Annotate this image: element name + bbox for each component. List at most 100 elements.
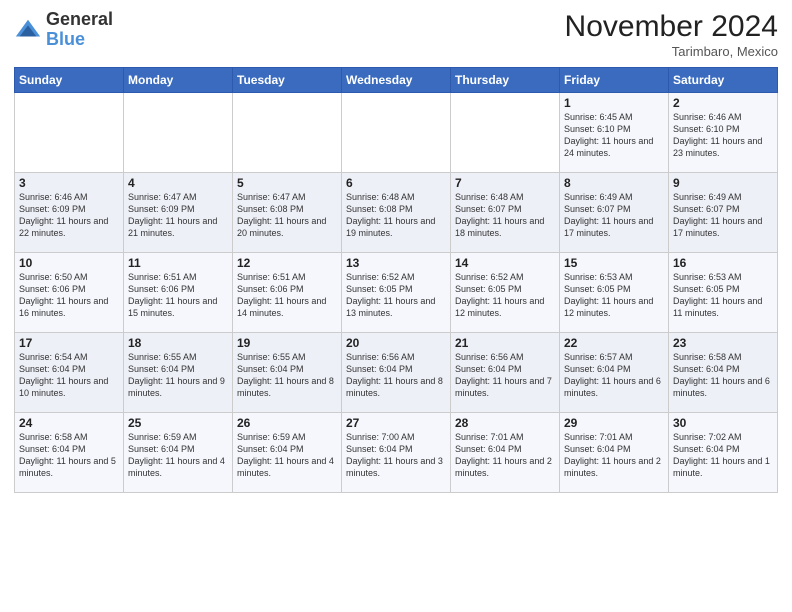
day-info: Sunrise: 6:47 AM Sunset: 6:08 PM Dayligh… bbox=[237, 191, 337, 240]
table-row: 1Sunrise: 6:45 AM Sunset: 6:10 PM Daylig… bbox=[560, 93, 669, 173]
day-number: 23 bbox=[673, 336, 773, 350]
table-row bbox=[233, 93, 342, 173]
calendar-table: Sunday Monday Tuesday Wednesday Thursday… bbox=[14, 67, 778, 493]
table-row: 25Sunrise: 6:59 AM Sunset: 6:04 PM Dayli… bbox=[124, 413, 233, 493]
table-row: 29Sunrise: 7:01 AM Sunset: 6:04 PM Dayli… bbox=[560, 413, 669, 493]
day-info: Sunrise: 6:55 AM Sunset: 6:04 PM Dayligh… bbox=[237, 351, 337, 400]
day-number: 22 bbox=[564, 336, 664, 350]
logo-blue: Blue bbox=[46, 29, 85, 49]
calendar-week-3: 10Sunrise: 6:50 AM Sunset: 6:06 PM Dayli… bbox=[15, 253, 778, 333]
day-info: Sunrise: 6:53 AM Sunset: 6:05 PM Dayligh… bbox=[564, 271, 664, 320]
day-number: 7 bbox=[455, 176, 555, 190]
table-row: 15Sunrise: 6:53 AM Sunset: 6:05 PM Dayli… bbox=[560, 253, 669, 333]
day-info: Sunrise: 6:59 AM Sunset: 6:04 PM Dayligh… bbox=[128, 431, 228, 480]
table-row: 19Sunrise: 6:55 AM Sunset: 6:04 PM Dayli… bbox=[233, 333, 342, 413]
day-info: Sunrise: 6:53 AM Sunset: 6:05 PM Dayligh… bbox=[673, 271, 773, 320]
table-row: 3Sunrise: 6:46 AM Sunset: 6:09 PM Daylig… bbox=[15, 173, 124, 253]
day-number: 8 bbox=[564, 176, 664, 190]
location: Tarimbaro, Mexico bbox=[565, 44, 778, 59]
table-row bbox=[451, 93, 560, 173]
day-number: 15 bbox=[564, 256, 664, 270]
table-row: 4Sunrise: 6:47 AM Sunset: 6:09 PM Daylig… bbox=[124, 173, 233, 253]
table-row: 13Sunrise: 6:52 AM Sunset: 6:05 PM Dayli… bbox=[342, 253, 451, 333]
table-row: 23Sunrise: 6:58 AM Sunset: 6:04 PM Dayli… bbox=[669, 333, 778, 413]
logo: General Blue bbox=[14, 10, 113, 50]
calendar-week-2: 3Sunrise: 6:46 AM Sunset: 6:09 PM Daylig… bbox=[15, 173, 778, 253]
day-number: 3 bbox=[19, 176, 119, 190]
table-row bbox=[124, 93, 233, 173]
col-saturday: Saturday bbox=[669, 68, 778, 93]
calendar-week-5: 24Sunrise: 6:58 AM Sunset: 6:04 PM Dayli… bbox=[15, 413, 778, 493]
table-row bbox=[15, 93, 124, 173]
day-number: 13 bbox=[346, 256, 446, 270]
day-number: 26 bbox=[237, 416, 337, 430]
day-info: Sunrise: 6:48 AM Sunset: 6:07 PM Dayligh… bbox=[455, 191, 555, 240]
day-number: 27 bbox=[346, 416, 446, 430]
day-info: Sunrise: 6:54 AM Sunset: 6:04 PM Dayligh… bbox=[19, 351, 119, 400]
table-row: 24Sunrise: 6:58 AM Sunset: 6:04 PM Dayli… bbox=[15, 413, 124, 493]
day-number: 14 bbox=[455, 256, 555, 270]
day-info: Sunrise: 6:51 AM Sunset: 6:06 PM Dayligh… bbox=[237, 271, 337, 320]
col-sunday: Sunday bbox=[15, 68, 124, 93]
day-info: Sunrise: 6:57 AM Sunset: 6:04 PM Dayligh… bbox=[564, 351, 664, 400]
col-tuesday: Tuesday bbox=[233, 68, 342, 93]
day-info: Sunrise: 6:50 AM Sunset: 6:06 PM Dayligh… bbox=[19, 271, 119, 320]
table-row: 21Sunrise: 6:56 AM Sunset: 6:04 PM Dayli… bbox=[451, 333, 560, 413]
table-row: 8Sunrise: 6:49 AM Sunset: 6:07 PM Daylig… bbox=[560, 173, 669, 253]
page-container: General Blue November 2024 Tarimbaro, Me… bbox=[0, 0, 792, 499]
day-number: 5 bbox=[237, 176, 337, 190]
table-row: 7Sunrise: 6:48 AM Sunset: 6:07 PM Daylig… bbox=[451, 173, 560, 253]
day-number: 16 bbox=[673, 256, 773, 270]
table-row: 9Sunrise: 6:49 AM Sunset: 6:07 PM Daylig… bbox=[669, 173, 778, 253]
logo-general: General bbox=[46, 9, 113, 29]
table-row: 22Sunrise: 6:57 AM Sunset: 6:04 PM Dayli… bbox=[560, 333, 669, 413]
table-row: 12Sunrise: 6:51 AM Sunset: 6:06 PM Dayli… bbox=[233, 253, 342, 333]
calendar-week-4: 17Sunrise: 6:54 AM Sunset: 6:04 PM Dayli… bbox=[15, 333, 778, 413]
day-info: Sunrise: 6:52 AM Sunset: 6:05 PM Dayligh… bbox=[346, 271, 446, 320]
day-number: 30 bbox=[673, 416, 773, 430]
day-number: 24 bbox=[19, 416, 119, 430]
table-row: 11Sunrise: 6:51 AM Sunset: 6:06 PM Dayli… bbox=[124, 253, 233, 333]
calendar-header-row: Sunday Monday Tuesday Wednesday Thursday… bbox=[15, 68, 778, 93]
day-info: Sunrise: 6:58 AM Sunset: 6:04 PM Dayligh… bbox=[19, 431, 119, 480]
table-row: 6Sunrise: 6:48 AM Sunset: 6:08 PM Daylig… bbox=[342, 173, 451, 253]
day-number: 12 bbox=[237, 256, 337, 270]
day-number: 21 bbox=[455, 336, 555, 350]
day-number: 29 bbox=[564, 416, 664, 430]
table-row: 30Sunrise: 7:02 AM Sunset: 6:04 PM Dayli… bbox=[669, 413, 778, 493]
logo-icon bbox=[14, 16, 42, 44]
day-number: 10 bbox=[19, 256, 119, 270]
day-info: Sunrise: 7:00 AM Sunset: 6:04 PM Dayligh… bbox=[346, 431, 446, 480]
table-row: 14Sunrise: 6:52 AM Sunset: 6:05 PM Dayli… bbox=[451, 253, 560, 333]
day-number: 25 bbox=[128, 416, 228, 430]
day-number: 28 bbox=[455, 416, 555, 430]
day-number: 11 bbox=[128, 256, 228, 270]
col-wednesday: Wednesday bbox=[342, 68, 451, 93]
month-title: November 2024 bbox=[565, 10, 778, 44]
table-row: 10Sunrise: 6:50 AM Sunset: 6:06 PM Dayli… bbox=[15, 253, 124, 333]
title-block: November 2024 Tarimbaro, Mexico bbox=[565, 10, 778, 59]
day-info: Sunrise: 6:51 AM Sunset: 6:06 PM Dayligh… bbox=[128, 271, 228, 320]
table-row: 2Sunrise: 6:46 AM Sunset: 6:10 PM Daylig… bbox=[669, 93, 778, 173]
table-row: 5Sunrise: 6:47 AM Sunset: 6:08 PM Daylig… bbox=[233, 173, 342, 253]
day-info: Sunrise: 6:56 AM Sunset: 6:04 PM Dayligh… bbox=[346, 351, 446, 400]
table-row: 28Sunrise: 7:01 AM Sunset: 6:04 PM Dayli… bbox=[451, 413, 560, 493]
day-number: 20 bbox=[346, 336, 446, 350]
day-info: Sunrise: 6:48 AM Sunset: 6:08 PM Dayligh… bbox=[346, 191, 446, 240]
table-row: 20Sunrise: 6:56 AM Sunset: 6:04 PM Dayli… bbox=[342, 333, 451, 413]
day-number: 19 bbox=[237, 336, 337, 350]
day-number: 2 bbox=[673, 96, 773, 110]
day-info: Sunrise: 6:45 AM Sunset: 6:10 PM Dayligh… bbox=[564, 111, 664, 160]
table-row bbox=[342, 93, 451, 173]
day-number: 18 bbox=[128, 336, 228, 350]
day-info: Sunrise: 6:58 AM Sunset: 6:04 PM Dayligh… bbox=[673, 351, 773, 400]
day-info: Sunrise: 6:56 AM Sunset: 6:04 PM Dayligh… bbox=[455, 351, 555, 400]
day-info: Sunrise: 6:46 AM Sunset: 6:09 PM Dayligh… bbox=[19, 191, 119, 240]
day-number: 6 bbox=[346, 176, 446, 190]
day-info: Sunrise: 7:02 AM Sunset: 6:04 PM Dayligh… bbox=[673, 431, 773, 480]
col-friday: Friday bbox=[560, 68, 669, 93]
col-thursday: Thursday bbox=[451, 68, 560, 93]
day-info: Sunrise: 7:01 AM Sunset: 6:04 PM Dayligh… bbox=[455, 431, 555, 480]
table-row: 17Sunrise: 6:54 AM Sunset: 6:04 PM Dayli… bbox=[15, 333, 124, 413]
day-info: Sunrise: 6:46 AM Sunset: 6:10 PM Dayligh… bbox=[673, 111, 773, 160]
